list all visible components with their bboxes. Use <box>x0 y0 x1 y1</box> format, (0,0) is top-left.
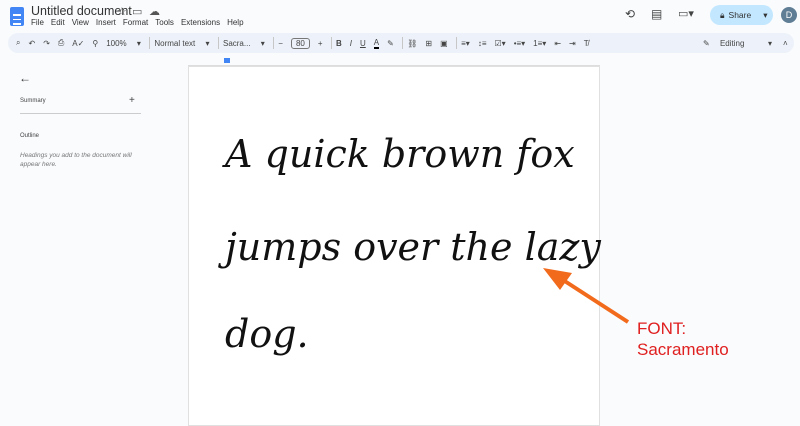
annotation-line-2: Sacramento <box>637 340 729 359</box>
annotation-line-1: FONT: <box>637 319 687 338</box>
font-annotation: FONT: Sacramento <box>637 318 729 360</box>
